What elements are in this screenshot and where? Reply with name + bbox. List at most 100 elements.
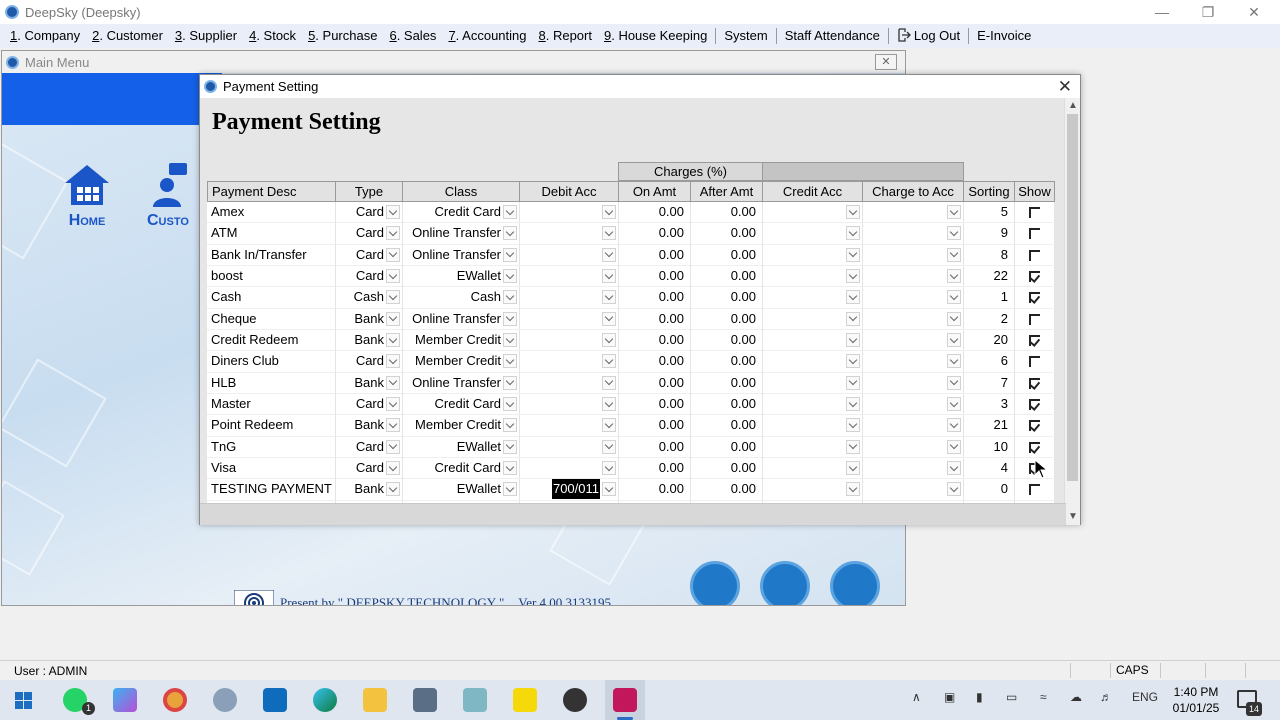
charge-to-acc-combo[interactable] <box>863 330 964 352</box>
on-amt-cell[interactable]: 0.00 <box>619 458 691 480</box>
close-app-button[interactable]: ✕ <box>1231 0 1277 24</box>
sticky-notes-icon[interactable] <box>513 688 537 712</box>
class-combo[interactable]: Online Transfer <box>403 244 520 267</box>
payment-desc-cell[interactable]: Visa <box>207 458 336 480</box>
dropdown-arrow-icon[interactable] <box>846 397 860 412</box>
type-combo[interactable]: Bank <box>336 372 403 395</box>
payment-window-close-button[interactable]: ✕ <box>1058 77 1072 97</box>
dropdown-arrow-icon[interactable] <box>602 205 616 219</box>
after-amt-cell[interactable]: 0.00 <box>691 436 763 459</box>
show-checkbox[interactable] <box>1029 228 1040 240</box>
menu-item-7[interactable]: 7. Accounting <box>442 25 532 47</box>
class-combo[interactable]: Member Credit <box>403 415 520 437</box>
debit-acc-combo[interactable] <box>520 202 619 224</box>
dropdown-arrow-icon[interactable] <box>503 311 517 326</box>
dropdown-arrow-icon[interactable] <box>947 397 961 412</box>
charge-to-acc-combo[interactable] <box>863 351 964 373</box>
sorting-cell[interactable]: 8 <box>964 244 1015 267</box>
chevron-up-icon[interactable]: ∧ <box>912 690 921 704</box>
outlook-icon[interactable] <box>263 688 287 712</box>
on-amt-cell[interactable]: 0.00 <box>619 436 691 459</box>
dropdown-arrow-icon[interactable] <box>503 354 517 369</box>
on-amt-cell[interactable]: 0.00 <box>619 266 691 288</box>
class-combo[interactable]: Online Transfer <box>403 223 520 245</box>
type-combo[interactable]: Card <box>336 244 403 267</box>
credit-acc-combo[interactable] <box>763 458 863 480</box>
on-amt-cell[interactable]: 0.00 <box>619 330 691 352</box>
on-amt-cell[interactable]: 0.00 <box>619 415 691 437</box>
credit-acc-combo[interactable] <box>763 308 863 331</box>
debit-acc-combo[interactable] <box>520 223 619 245</box>
credit-acc-combo[interactable] <box>763 244 863 267</box>
dropdown-arrow-icon[interactable] <box>503 375 517 390</box>
dropdown-arrow-icon[interactable] <box>386 461 400 476</box>
home-tile[interactable]: Home <box>57 163 117 230</box>
charge-to-acc-combo[interactable] <box>863 479 964 501</box>
class-combo[interactable]: Member Credit <box>403 330 520 352</box>
payment-desc-cell[interactable]: Cash <box>207 287 336 309</box>
on-amt-cell[interactable]: 0.00 <box>619 308 691 331</box>
scroll-up-icon[interactable]: ▲ <box>1065 98 1081 114</box>
on-amt-cell[interactable]: 0.00 <box>619 244 691 267</box>
dropdown-arrow-icon[interactable] <box>602 311 616 326</box>
type-combo[interactable]: Card <box>336 394 403 416</box>
table-row[interactable]: Amex Card Credit Card 0.00 0.00 5 <box>207 202 1055 224</box>
dropdown-arrow-icon[interactable] <box>602 226 616 241</box>
dropdown-arrow-icon[interactable] <box>386 269 400 284</box>
dropdown-arrow-icon[interactable] <box>386 354 400 369</box>
dropdown-arrow-icon[interactable] <box>846 333 860 348</box>
type-combo[interactable]: Card <box>336 266 403 288</box>
copilot-icon[interactable] <box>113 688 137 712</box>
table-row[interactable]: Master Card Credit Card 0.00 0.00 3 <box>207 394 1055 416</box>
sorting-cell[interactable]: 22 <box>964 266 1015 288</box>
payment-desc-cell[interactable]: ATM <box>207 223 336 245</box>
class-combo[interactable]: Online Transfer <box>403 372 520 395</box>
dropdown-arrow-icon[interactable] <box>947 482 961 497</box>
class-combo[interactable]: Credit Card <box>403 394 520 416</box>
column-header-payment-desc[interactable]: Payment Desc <box>207 181 336 202</box>
calendar-icon[interactable] <box>690 561 740 605</box>
charge-to-acc-combo[interactable] <box>863 287 964 309</box>
on-amt-cell[interactable]: 0.00 <box>619 202 691 224</box>
on-amt-cell[interactable]: 0.00 <box>619 479 691 501</box>
after-amt-cell[interactable]: 0.00 <box>691 372 763 395</box>
table-row[interactable]: TESTING PAYMENT Bank EWallet 700/011 0.00 0.0… <box>207 479 1055 501</box>
debit-acc-combo[interactable] <box>520 458 619 480</box>
dropdown-arrow-icon[interactable] <box>846 482 860 497</box>
dropdown-arrow-icon[interactable] <box>846 269 860 284</box>
class-combo[interactable]: Credit Card <box>403 202 520 224</box>
edge-icon[interactable] <box>313 688 337 712</box>
dropdown-arrow-icon[interactable] <box>503 205 517 219</box>
charge-to-acc-combo[interactable] <box>863 223 964 245</box>
type-combo[interactable]: Bank <box>336 308 403 331</box>
tray-app-icon[interactable]: ▣ <box>944 690 955 704</box>
type-combo[interactable]: Bank <box>336 479 403 501</box>
menu-item-5[interactable]: 5. Purchase <box>302 25 383 47</box>
credit-acc-combo[interactable] <box>763 223 863 245</box>
sorting-cell[interactable]: 2 <box>964 308 1015 331</box>
debit-acc-combo[interactable]: 700/011 <box>520 479 619 501</box>
type-combo[interactable]: Card <box>336 351 403 373</box>
table-row[interactable]: Credit Redeem Bank Member Credit 0.00 0.00 20 <box>207 330 1055 352</box>
dropdown-arrow-icon[interactable] <box>602 269 616 284</box>
column-header-type[interactable]: Type <box>336 181 403 202</box>
column-header-credit-acc[interactable]: Credit Acc <box>763 181 863 202</box>
table-row[interactable]: HLB Bank Online Transfer 0.00 0.00 7 <box>207 372 1055 395</box>
dropdown-arrow-icon[interactable] <box>503 226 517 241</box>
debit-acc-combo[interactable] <box>520 415 619 437</box>
dropdown-arrow-icon[interactable] <box>386 482 400 497</box>
menu-item-9[interactable]: 9. House Keeping <box>598 25 713 47</box>
dropdown-arrow-icon[interactable] <box>503 247 517 262</box>
sorting-cell[interactable]: 5 <box>964 202 1015 224</box>
microphone-icon[interactable]: ▮ <box>976 690 983 704</box>
type-combo[interactable]: Bank <box>336 415 403 437</box>
sorting-cell[interactable]: 7 <box>964 372 1015 395</box>
dropdown-arrow-icon[interactable] <box>947 269 961 284</box>
dropdown-arrow-icon[interactable] <box>947 439 961 454</box>
table-row[interactable]: Bank In/Transfer Card Online Transfer 0.00 0… <box>207 244 1055 267</box>
class-combo[interactable]: Credit Card <box>403 458 520 480</box>
debit-acc-combo[interactable] <box>520 436 619 459</box>
credit-acc-combo[interactable] <box>763 266 863 288</box>
scrollbar-thumb[interactable] <box>1067 114 1078 481</box>
scroll-down-icon[interactable]: ▼ <box>1065 509 1081 525</box>
